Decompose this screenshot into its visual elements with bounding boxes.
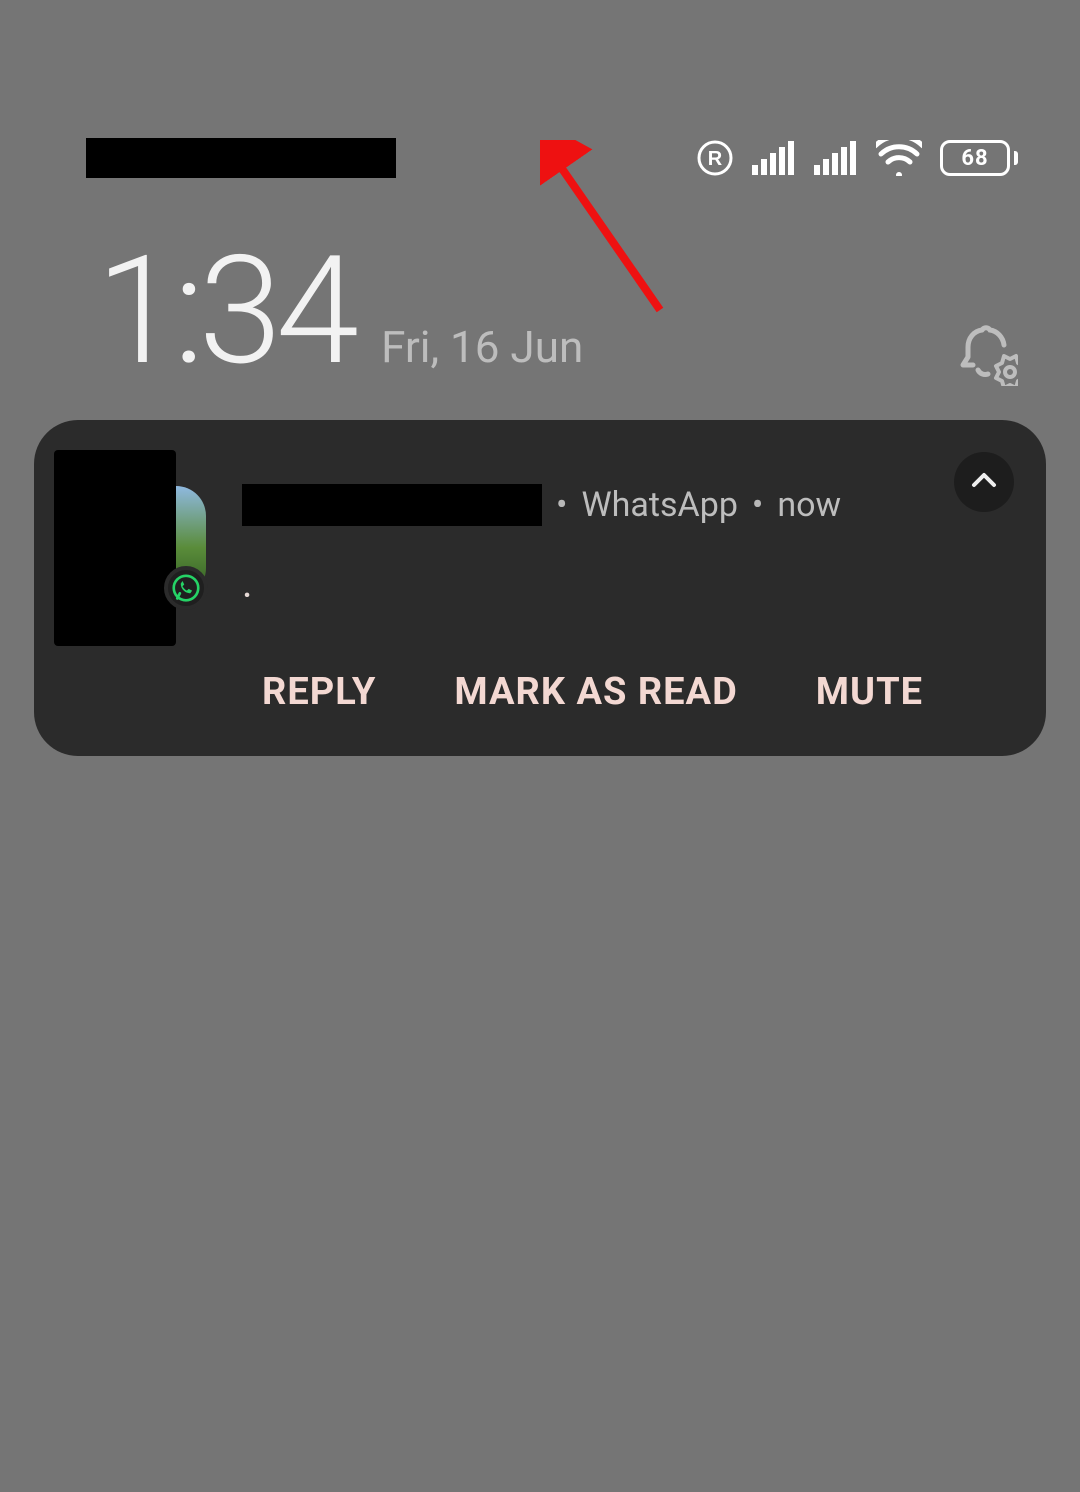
wifi-icon	[876, 140, 922, 176]
battery-icon: 68	[940, 140, 1018, 176]
chevron-up-icon	[968, 464, 1000, 500]
clock-date: Fri, 16 Jun	[381, 321, 583, 373]
battery-percent: 68	[940, 140, 1010, 176]
notification-card[interactable]: • WhatsApp • now . REPLY MARK AS READ MU…	[34, 420, 1046, 756]
carrier-redacted	[86, 138, 396, 178]
notification-actions: REPLY MARK AS READ MUTE	[54, 670, 1016, 714]
status-bar: R	[0, 128, 1080, 188]
signal-2-icon	[814, 141, 858, 175]
clock-row: 1:34 Fri, 16 Jun	[0, 236, 1080, 386]
mute-button[interactable]: MUTE	[816, 670, 923, 714]
reply-button[interactable]: REPLY	[262, 670, 376, 714]
notification-body: .	[242, 560, 1016, 607]
notification-title-line: • WhatsApp • now	[242, 484, 1016, 526]
notification-time: now	[777, 485, 841, 525]
sender-redacted	[242, 484, 542, 526]
status-icons: R	[696, 139, 1018, 177]
notification-settings-icon[interactable]	[954, 322, 1018, 386]
signal-1-icon	[752, 141, 796, 175]
roaming-icon: R	[696, 139, 734, 177]
expand-button[interactable]	[954, 452, 1014, 512]
notification-app: WhatsApp	[581, 485, 737, 525]
svg-text:R: R	[708, 148, 723, 170]
clock-time: 1:34	[96, 236, 353, 386]
notification-avatar	[54, 450, 176, 646]
whatsapp-badge-icon	[164, 566, 208, 610]
mark-as-read-button[interactable]: MARK AS READ	[454, 670, 737, 714]
